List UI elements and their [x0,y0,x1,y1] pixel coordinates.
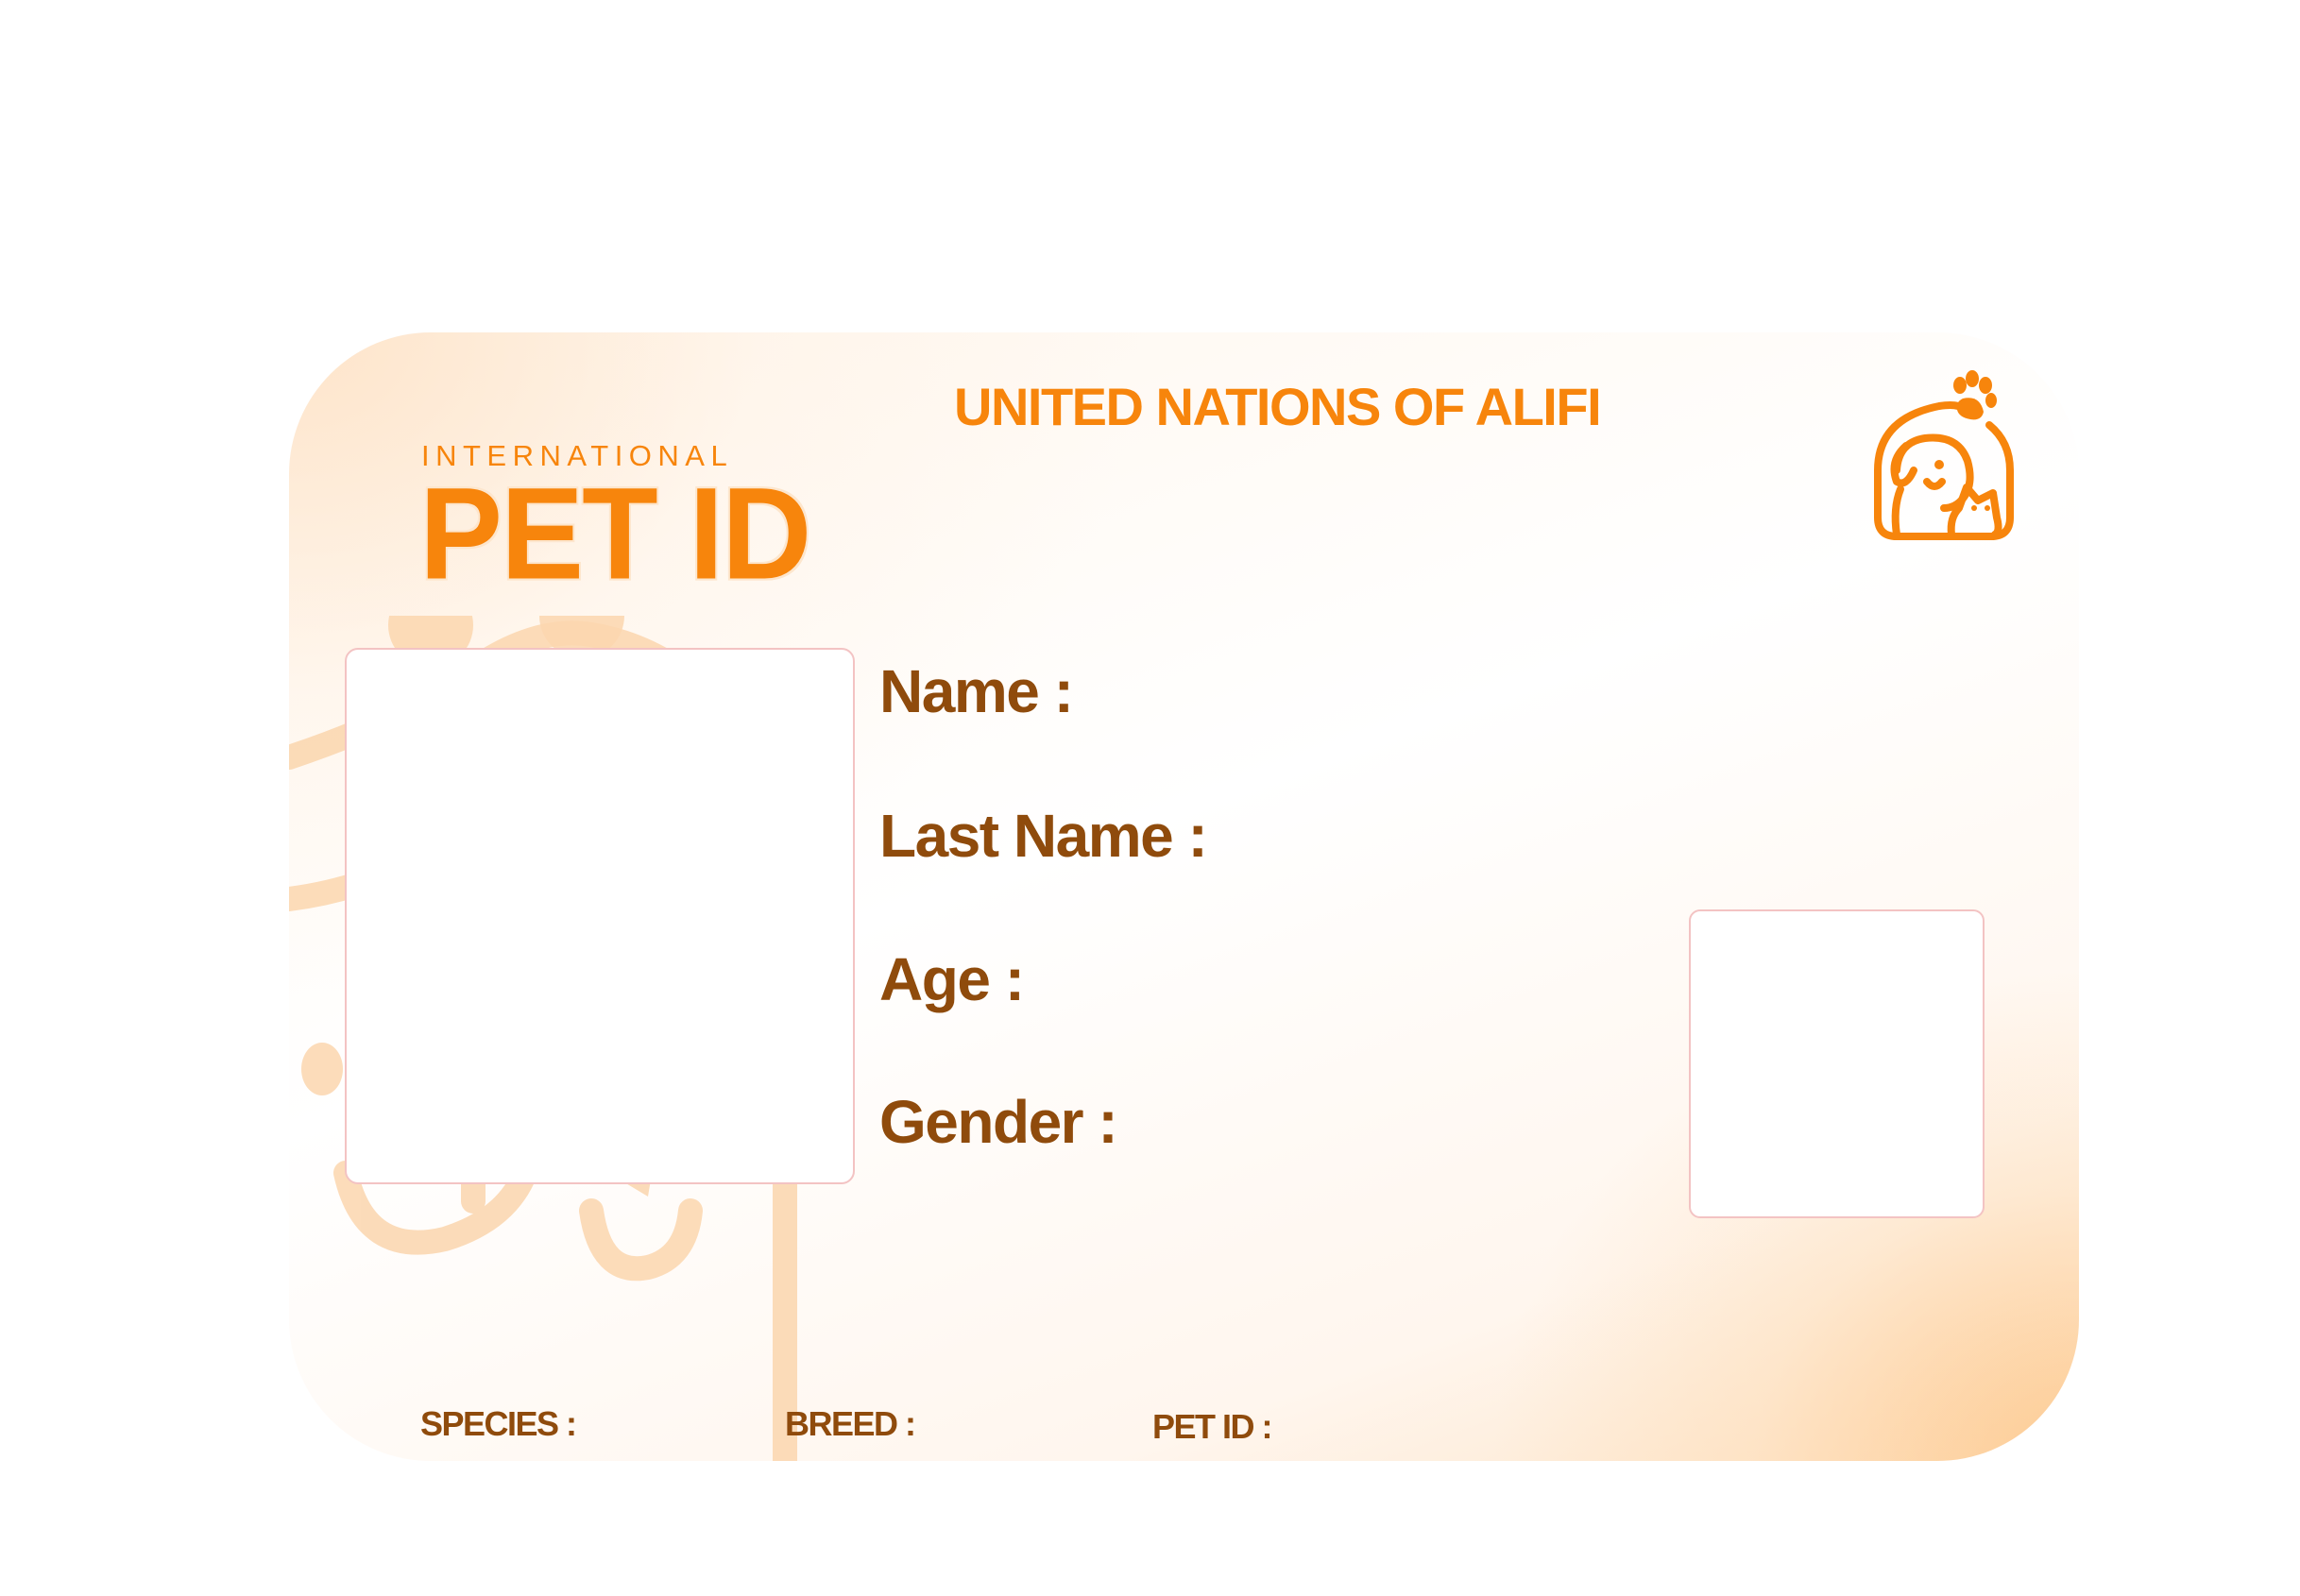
pet-photo-box [345,648,855,1184]
name-label: Name : [879,657,1074,725]
age-label: Age : [879,945,1025,1013]
pet-id-label: PET ID : [1152,1407,1273,1446]
dog-cat-paw-icon [1874,370,2014,540]
gender-label: Gender : [879,1088,1118,1156]
species-label: SPECIES : [420,1404,577,1443]
breed-label: BREED : [785,1404,916,1443]
logo-title: PET ID [419,460,811,606]
issuer-title: UNITED NATIONS OF ALIFI [954,377,1602,436]
stamp-box [1689,909,1985,1218]
last-name-label: Last Name : [879,802,1208,870]
